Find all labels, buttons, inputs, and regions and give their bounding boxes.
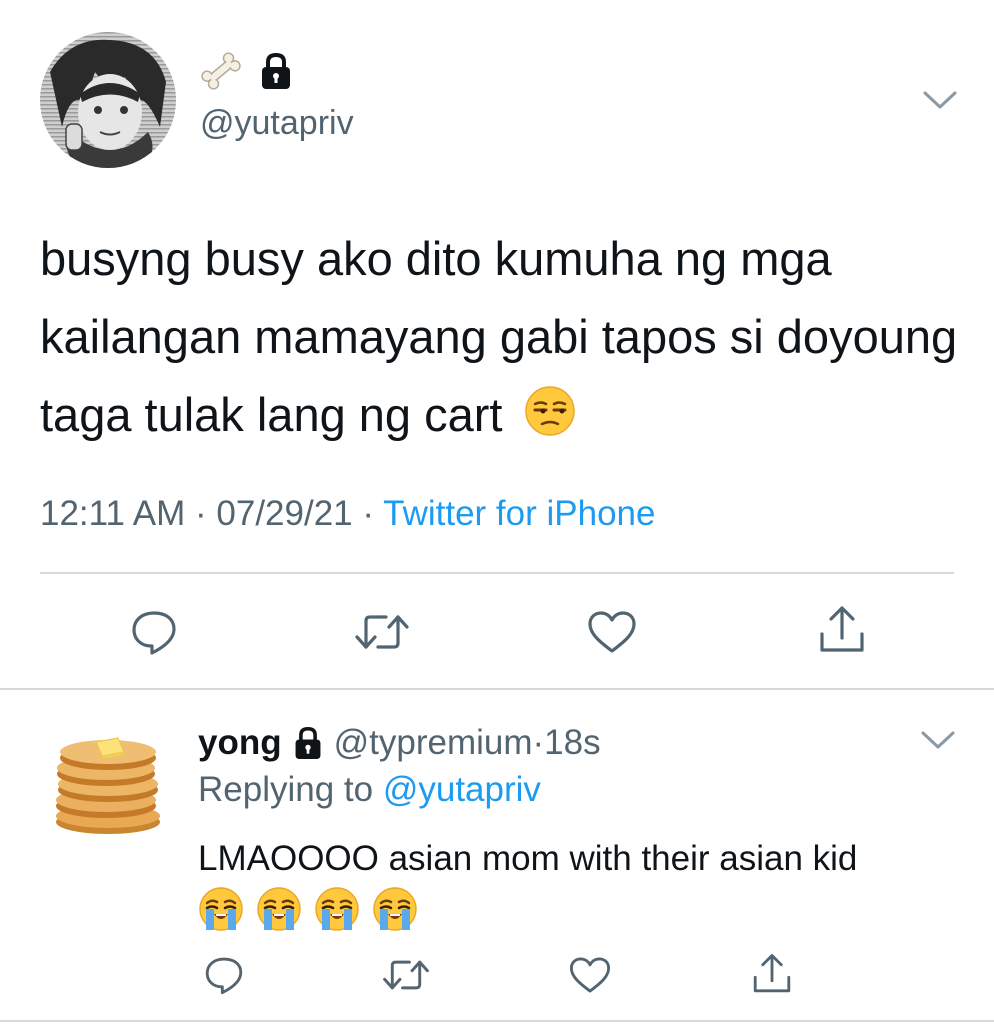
avatar[interactable] [40, 32, 176, 168]
user-handle[interactable]: @yutapriv [200, 104, 354, 143]
loudly-crying-face-icon [198, 886, 244, 937]
replying-prefix: Replying to [198, 770, 383, 809]
replying-to-link[interactable]: @yutapriv [383, 770, 541, 809]
separator: · [352, 494, 384, 533]
retweet-icon[interactable] [352, 606, 412, 658]
separator: · [532, 723, 545, 762]
reply-icon[interactable] [126, 606, 182, 658]
chevron-down-icon[interactable] [922, 88, 958, 112]
divider [0, 688, 994, 690]
emoji-row [198, 886, 418, 937]
like-icon[interactable] [566, 952, 614, 998]
avatar-image [40, 32, 176, 168]
pancake-icon [56, 737, 160, 834]
reply-icon[interactable] [200, 952, 248, 998]
chevron-down-icon[interactable] [920, 728, 956, 752]
bone-icon [198, 48, 244, 99]
tweet-body: busyng busy ako dito kumuha ng mga kaila… [40, 232, 958, 441]
tweet-date: 07/29/21 [216, 494, 353, 533]
like-icon[interactable] [584, 606, 640, 658]
divider [40, 572, 954, 574]
retweet-icon[interactable] [380, 952, 432, 998]
reply-header: yong @typremium · 18s [198, 718, 601, 768]
tweet-time: 12:11 AM [40, 494, 186, 533]
share-icon[interactable] [748, 950, 796, 998]
tweet-text: busyng busy ako dito kumuha ng mga kaila… [40, 220, 960, 460]
tweet-metadata: 12:11 AM · 07/29/21 · Twitter for iPhone [40, 494, 655, 534]
reply-avatar[interactable] [48, 730, 166, 840]
reply-time[interactable]: 18s [544, 723, 600, 763]
lock-icon [292, 725, 324, 761]
unamused-face-icon [524, 382, 576, 460]
reply-text: LMAOOOO asian mom with their asian kid [198, 839, 858, 878]
lock-icon [258, 51, 294, 96]
loudly-crying-face-icon [372, 886, 418, 937]
share-icon[interactable] [814, 602, 870, 658]
reply-display-name[interactable]: yong [198, 723, 282, 763]
loudly-crying-face-icon [256, 886, 302, 937]
separator: · [185, 494, 217, 533]
replying-to: Replying to @yutapriv [198, 770, 541, 810]
loudly-crying-face-icon [314, 886, 360, 937]
divider [0, 1020, 994, 1022]
display-name[interactable] [198, 50, 294, 96]
reply-handle[interactable]: @typremium [334, 723, 533, 763]
tweet-source-link[interactable]: Twitter for iPhone [383, 494, 655, 533]
